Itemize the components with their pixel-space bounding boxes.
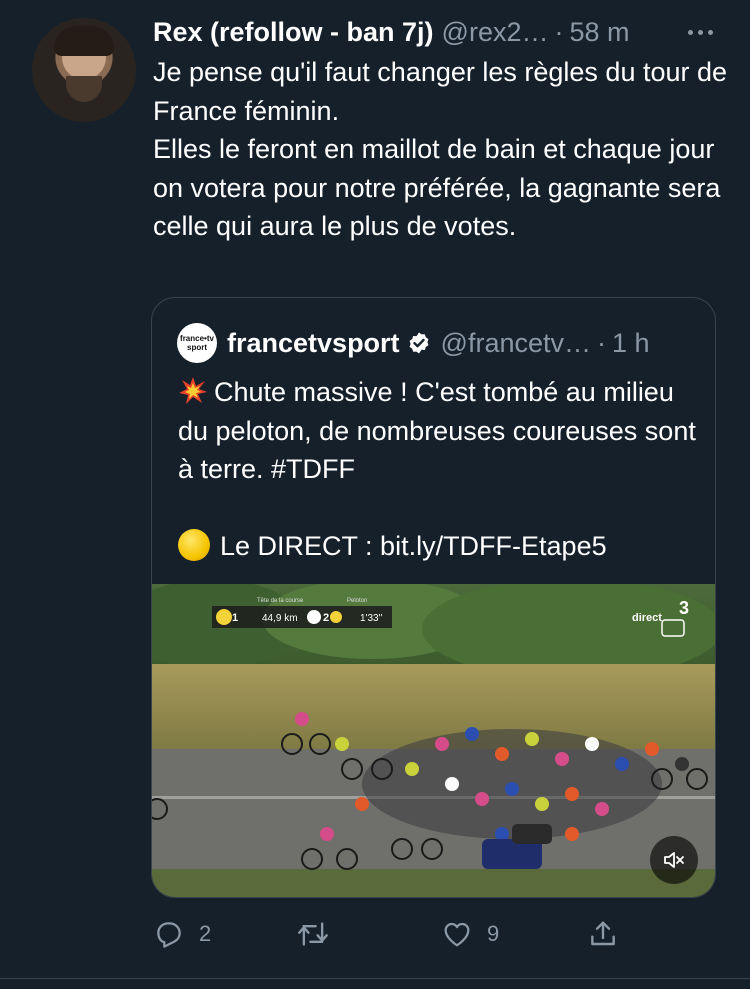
reply-count: 2 [199,921,212,946]
avatar-hair [54,26,114,56]
verified-badge-icon [407,331,431,355]
header-separator: · [554,17,564,47]
quoted-text-spacer [178,489,698,528]
quoted-text-paragraph: Chute massive ! C'est tombé au milieu du… [178,373,698,489]
retweet-button[interactable] [296,912,344,956]
tweet-text: Je pense qu'il faut changer les règles d… [153,53,733,246]
quoted-video[interactable]: 1 Tête de la course 44,9 km 2 Peloton 1'… [152,584,715,897]
reply-button[interactable]: 2 [153,912,211,956]
overlay-head-label: Tête de la course [257,598,304,604]
tweet-text-line: Elles le feront en maillot de bain et ch… [153,134,721,241]
tweet-text-line: Je pense qu'il faut changer les règles d… [153,57,728,126]
channel-number: 3 [679,598,689,618]
more-horizontal-icon[interactable] [680,16,720,48]
quoted-timestamp[interactable]: 1 h [612,328,650,359]
retweet-icon [296,918,330,950]
author-handle[interactable]: @rex2… [442,14,549,50]
quoted-tweet-text: Chute massive ! C'est tombé au milieu du… [178,373,698,566]
author-avatar[interactable] [32,18,136,122]
quoted-author-avatar[interactable]: france•tv sport [177,323,217,363]
collision-emoji-icon [178,376,208,406]
tweet-timestamp[interactable]: 58 m [569,14,629,50]
tweet-actions: 2 9 [153,912,713,956]
quoted-author-name[interactable]: francetvsport [227,328,400,359]
overlay-rank2: 2 [323,612,329,624]
author-name[interactable]: Rex (refollow - ban 7j) [153,14,434,50]
like-button[interactable]: 9 [441,912,499,956]
speaker-muted-icon[interactable] [650,836,698,884]
quoted-text-line2[interactable]: Le DIRECT : bit.ly/TDFF-Etape5 [220,531,607,561]
quoted-text-line1: Chute massive ! C'est tombé au milieu du… [178,377,696,484]
quoted-author-handle[interactable]: @francetv… [441,328,591,359]
like-count: 9 [487,921,500,946]
overlay-distance: 44,9 km [262,613,298,624]
yellow-circle-emoji-icon [178,529,210,561]
quoted-text-paragraph: Le DIRECT : bit.ly/TDFF-Etape5 [178,527,698,566]
heart-icon [441,918,473,950]
quoted-header-separator: · [597,327,606,358]
overlay-gap: 1'33'' [360,613,383,624]
video-frame: 1 Tête de la course 44,9 km 2 Peloton 1'… [152,584,715,897]
bottom-divider [0,978,750,979]
share-button[interactable] [587,912,619,956]
quoted-avatar-text-bottom: sport [187,343,207,352]
overlay-peloton-label: Peloton [347,598,367,604]
avatar-beard [66,76,102,102]
channel-label: direct [632,612,662,624]
quoted-tweet[interactable]: france•tv sport francetvsport @francetv…… [151,297,716,898]
reply-icon [153,918,185,950]
overlay-rank1: 1 [232,612,238,624]
share-icon [587,918,619,950]
quoted-tweet-header: francetvsport @francetv… · 1 h [227,325,707,361]
tweet-header: Rex (refollow - ban 7j) @rex2… · 58 m [153,14,733,50]
quoted-avatar-text-top: france•tv [180,334,214,343]
